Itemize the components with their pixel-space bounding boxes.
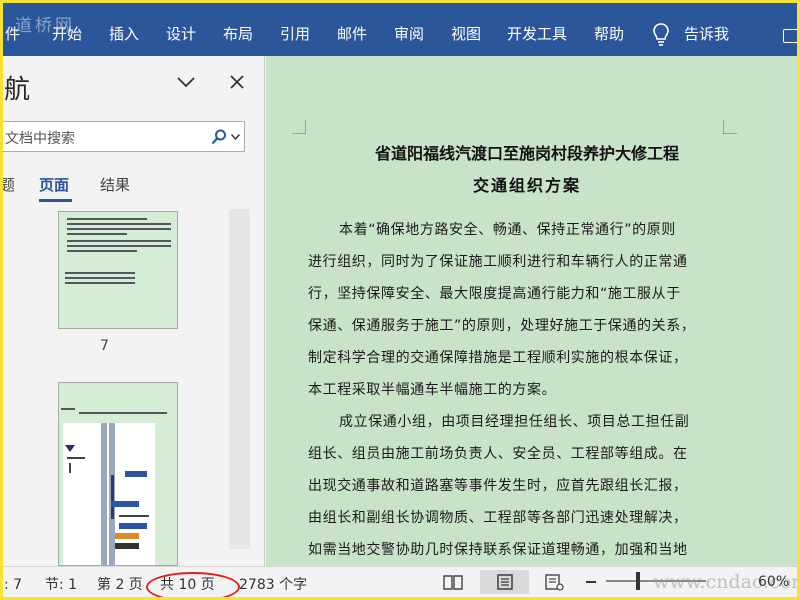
nav-tab-headings[interactable]: 题 (3, 174, 15, 195)
status-bar: 页: 7 节: 1 第 2 页 共 10 页 2783 个字 www.cndao… (3, 566, 797, 597)
paragraph-line: 制定科学合理的交通保障措施是工程顺利实施的根本保证， (308, 350, 688, 366)
tab-mailings[interactable]: 邮件 (337, 22, 367, 46)
print-layout-button[interactable] (480, 570, 529, 594)
active-tab-indicator (39, 199, 72, 202)
status-word-count[interactable]: 2783 个字 (239, 574, 307, 594)
paragraph-line: 本工程采取半幅通车半幅施工的方案。 (308, 382, 557, 398)
search-placeholder: 文档中搜索 (5, 131, 75, 147)
document-title: 省道阳福线汽渡口至施岗村段养护大修工程 (374, 144, 679, 163)
status-section[interactable]: 节: 1 (45, 574, 77, 594)
status-section-page[interactable]: 页: 7 (3, 574, 22, 594)
web-layout-icon[interactable] (542, 570, 566, 594)
page-number-7: 7 (100, 338, 109, 354)
tab-references[interactable]: 引用 (280, 22, 310, 46)
navigation-pane-title: 航 (4, 75, 31, 105)
paragraph-line: 由组长和副组长协调物质、工程部等各部门迅速处理解决， (308, 510, 688, 526)
tab-layout[interactable]: 布局 (223, 22, 253, 46)
zoom-slider-thumb[interactable] (636, 572, 640, 590)
tab-home[interactable]: 开始 (52, 22, 82, 46)
crop-mark (292, 120, 306, 134)
paragraph-line: 出现交通事故和道路塞等事件发生时，应首先跟组长汇报， (308, 478, 688, 494)
close-icon[interactable] (229, 74, 245, 90)
page-thumbnail-8[interactable] (58, 382, 178, 566)
document-page[interactable]: 省道阳福线汽渡口至施岗村段养护大修工程 交通组织方案 本着“确保地方路安全、畅通… (266, 56, 797, 566)
document-subtitle: 交通组织方案 (472, 176, 581, 195)
word-window: 道桥网 件 开始 插入 设计 布局 引用 邮件 审阅 视图 开发工具 帮助 告诉… (3, 3, 797, 597)
page-thumbnail-7[interactable] (58, 211, 178, 329)
zoom-level[interactable]: 60% (758, 574, 789, 590)
paragraph-line: 如需当地交警协助几时保持联系保证道理畅通，加强和当地 (308, 542, 688, 558)
paragraph-line: 本着“确保地方路安全、畅通、保持正常通行”的原则 (339, 222, 676, 238)
lightbulb-icon[interactable] (652, 22, 670, 48)
crop-mark (723, 120, 737, 134)
tab-file[interactable]: 件 (5, 22, 20, 46)
traffic-diagram (63, 423, 155, 565)
tab-view[interactable]: 视图 (451, 22, 481, 46)
thumbnail-scrollbar[interactable] (229, 209, 250, 549)
search-icon[interactable] (211, 129, 227, 145)
nav-tab-results[interactable]: 结果 (100, 174, 130, 195)
tab-design[interactable]: 设计 (166, 22, 196, 46)
navigation-search-input[interactable]: 文档中搜索 (3, 121, 245, 152)
status-total-pages[interactable]: 共 10 页 (160, 574, 215, 594)
paragraph-line: 保通、保通服务于施工”的原则，处理好施工于保通的关系， (308, 318, 696, 334)
tell-me-search[interactable]: 告诉我 (684, 22, 729, 46)
tab-developer[interactable]: 开发工具 (507, 22, 567, 46)
print-layout-icon (497, 574, 513, 590)
status-page[interactable]: 第 2 页 (97, 574, 143, 594)
navigation-pane: 航 文档中搜索 题 页面 结果 7 (3, 56, 265, 566)
chevron-down-icon[interactable] (177, 76, 195, 88)
tab-review[interactable]: 审阅 (394, 22, 424, 46)
read-mode-icon[interactable] (441, 570, 465, 594)
paragraph-line: 组长、组员由施工前场负责人、安全员、工程部等组成。在 (308, 446, 688, 462)
chevron-down-icon[interactable] (231, 134, 240, 140)
tab-help[interactable]: 帮助 (594, 22, 624, 46)
tab-insert[interactable]: 插入 (109, 22, 139, 46)
share-icon[interactable] (783, 29, 797, 43)
zoom-out-button[interactable] (586, 581, 596, 583)
paragraph-line: 成立保通小组，由项目经理担任组长、项目总工担任副 (339, 414, 690, 430)
paragraph-line: 行，坚持保障安全、最大限度提高通行能力和“施工服从于 (308, 286, 681, 302)
ribbon-tab-bar: 道桥网 件 开始 插入 设计 布局 引用 邮件 审阅 视图 开发工具 帮助 告诉… (3, 3, 797, 56)
nav-tab-pages[interactable]: 页面 (39, 174, 69, 195)
paragraph-line: 进行组织，同时为了保证施工顺利进行和车辆行人的正常通 (308, 254, 688, 270)
